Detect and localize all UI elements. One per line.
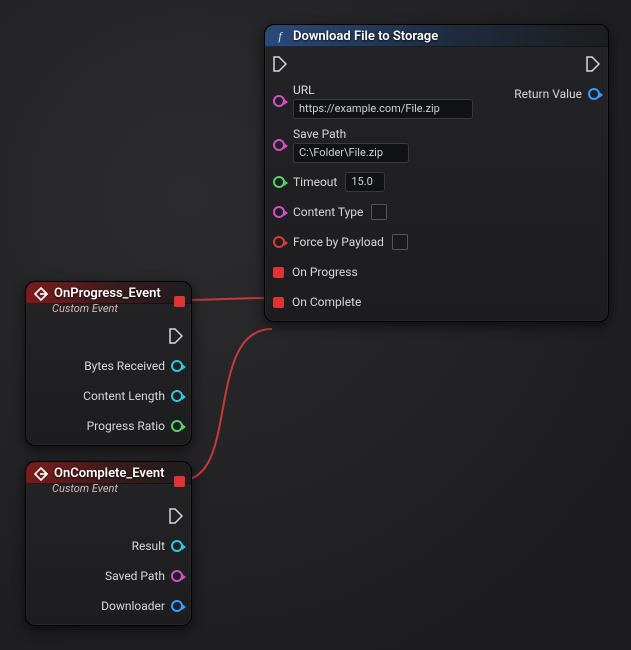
timeout-pin[interactable] (273, 176, 285, 188)
timeout-input[interactable]: 15.0 (345, 172, 385, 192)
force-by-payload-checkbox[interactable] (392, 234, 408, 250)
bytes-received-pin[interactable] (171, 360, 183, 372)
node-title: OnProgress_Event (54, 286, 161, 301)
result-label: Result (132, 539, 165, 553)
delegate-out-pin[interactable] (174, 476, 185, 487)
node-title: Download File to Storage (293, 29, 438, 44)
url-label: URL (293, 83, 473, 97)
event-icon (34, 287, 48, 301)
on-progress-delegate-pin[interactable] (273, 267, 284, 278)
downloader-label: Downloader (101, 599, 165, 613)
url-input[interactable]: https://example.com/File.zip (293, 99, 473, 119)
saved-path-label: Saved Path (105, 569, 165, 583)
event-icon (34, 467, 48, 481)
node-body: Result Saved Path Downloader (26, 499, 191, 625)
saved-path-pin[interactable] (171, 570, 183, 582)
progress-ratio-pin[interactable] (171, 420, 183, 432)
save-path-input[interactable]: C:\Folder\File.zip (293, 143, 409, 163)
return-value-pin[interactable] (588, 88, 600, 100)
node-title: OnComplete_Event (54, 466, 164, 481)
content-type-pin[interactable] (273, 206, 285, 218)
on-complete-delegate-pin[interactable] (273, 297, 284, 308)
delegate-out-pin[interactable] (174, 296, 185, 307)
node-body: URL https://example.com/File.zip Return … (265, 47, 608, 321)
node-header[interactable]: f Download File to Storage (265, 25, 608, 47)
exec-out-pin[interactable] (586, 56, 600, 72)
node-on-complete-event[interactable]: OnComplete_Event Custom Event Result Sav… (25, 461, 192, 626)
node-subtitle: Custom Event (26, 482, 191, 499)
node-download-file-to-storage[interactable]: f Download File to Storage URL https://e… (264, 24, 609, 322)
content-length-label: Content Length (83, 389, 165, 403)
node-body: Bytes Received Content Length Progress R… (26, 319, 191, 445)
exec-out-pin[interactable] (169, 328, 183, 344)
return-value-label: Return Value (514, 87, 582, 101)
node-header[interactable]: OnProgress_Event (26, 282, 191, 304)
content-length-pin[interactable] (171, 390, 183, 402)
timeout-label: Timeout (293, 175, 337, 189)
on-progress-label: On Progress (292, 265, 358, 279)
bytes-received-label: Bytes Received (84, 359, 165, 373)
node-subtitle: Custom Event (26, 302, 191, 319)
exec-in-pin[interactable] (273, 56, 287, 72)
force-by-payload-pin[interactable] (273, 236, 285, 248)
progress-ratio-label: Progress Ratio (87, 419, 165, 433)
downloader-pin[interactable] (171, 600, 183, 612)
url-pin[interactable] (273, 95, 285, 107)
node-on-progress-event[interactable]: OnProgress_Event Custom Event Bytes Rece… (25, 281, 192, 446)
exec-out-pin[interactable] (169, 508, 183, 524)
result-pin[interactable] (171, 540, 183, 552)
on-complete-label: On Complete (292, 295, 361, 309)
content-type-checkbox[interactable] (371, 204, 387, 220)
content-type-label: Content Type (293, 205, 363, 219)
force-by-payload-label: Force by Payload (293, 235, 384, 249)
node-header[interactable]: OnComplete_Event (26, 462, 191, 484)
function-icon: f (273, 30, 287, 44)
save-path-pin[interactable] (273, 139, 285, 151)
save-path-label: Save Path (293, 127, 409, 141)
